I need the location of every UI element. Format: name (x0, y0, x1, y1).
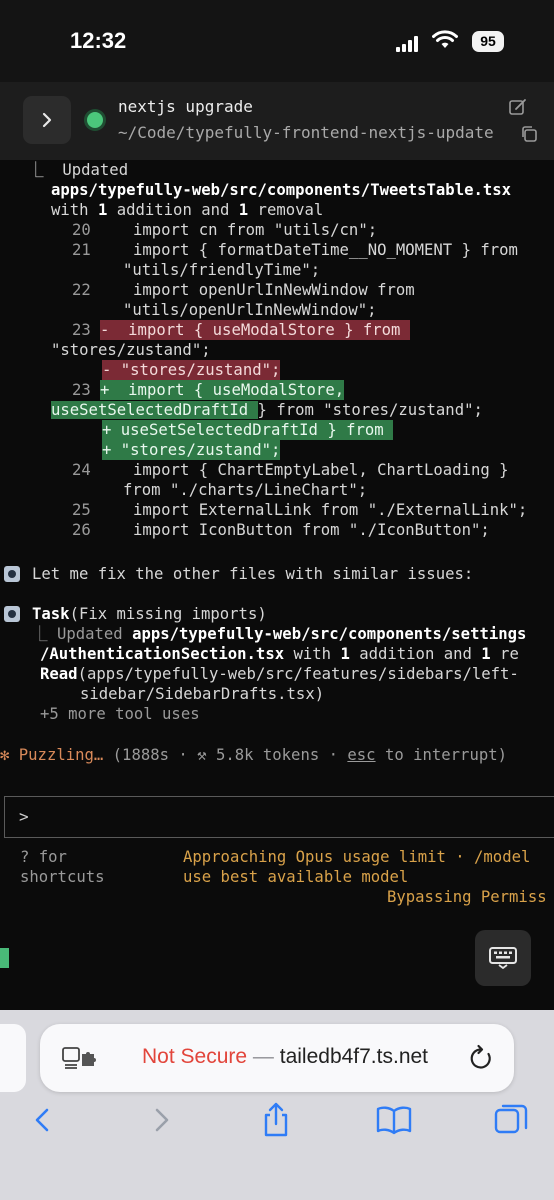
ios-status-bar: 12:32 95 (0, 0, 554, 82)
keyboard-icon (489, 947, 517, 969)
removed-line: - import { useModalStore } from (100, 320, 410, 340)
hammer-icon: ⚒ (197, 746, 207, 764)
url-display[interactable]: Not Secure — tailedb4f7.ts.net (142, 1045, 428, 1069)
expand-sidebar-button[interactable] (23, 96, 71, 144)
safari-chrome: Not Secure — tailedb4f7.ts.net (0, 1010, 554, 1200)
session-status-dot (87, 112, 103, 128)
terminal-output[interactable]: ⎿ Updated apps/typefully-web/src/compone… (0, 160, 554, 1010)
diff-line: import { formatDateTime__NO_MOMENT } fro… (133, 241, 518, 259)
assistant-bullet-icon (4, 566, 20, 582)
reload-icon[interactable] (468, 1044, 494, 1072)
battery-indicator: 95 (472, 31, 504, 52)
diff-line-continuation: "utils/openUrlInNewWindow"; (123, 301, 377, 319)
usage-warning-cont: use best available model (183, 868, 409, 886)
line-number: 21 (72, 241, 91, 259)
line-number: 23 (72, 321, 91, 339)
task-updated: ⎿ Updated apps/typefully-web/src/compone… (32, 625, 527, 643)
browser-toolbar (0, 1098, 554, 1158)
change-summary: with 1 addition and 1 removal (51, 201, 324, 219)
task-read: Read(apps/typefully-web/src/features/sid… (40, 665, 519, 683)
added-line-extra: + useSetSelectedDraftId } from (102, 420, 394, 440)
chevron-right-icon (42, 112, 52, 128)
shortcuts-hint-cont: shortcuts (20, 868, 105, 886)
added-line-wrap: useSetSelectedDraftId } from "stores/zus… (51, 401, 483, 419)
task-read-cont: sidebar/SidebarDrafts.tsx) (80, 685, 325, 703)
bookmarks-icon[interactable] (372, 1098, 416, 1142)
line-number: 26 (72, 521, 91, 539)
back-icon[interactable] (22, 1098, 66, 1142)
line-number: 22 (72, 281, 91, 299)
removed-line-wrap: "stores/zustand"; (51, 341, 211, 359)
forward-icon[interactable] (138, 1098, 182, 1142)
line-number: 24 (72, 461, 91, 479)
copy-icon[interactable] (520, 125, 538, 143)
keyboard-button[interactable] (475, 930, 531, 986)
added-line-extra: + "stores/zustand"; (102, 440, 281, 460)
diff-line: import IconButton from "./IconButton"; (133, 521, 490, 539)
assistant-message: Let me fix the other files with similar … (32, 565, 474, 583)
shortcuts-hint: ? for (20, 848, 67, 866)
status-spinner-line: ✻ Puzzling… (1888s · ⚒ 5.8k tokens · esc… (0, 746, 507, 764)
prompt-caret: > (19, 807, 29, 826)
permissions-mode: Bypassing Permiss (387, 888, 547, 906)
session-path: ~/Code/typefully-frontend-nextjs-update (118, 123, 494, 142)
diff-line: import { ChartEmptyLabel, ChartLoading } (133, 461, 509, 479)
address-bar[interactable]: Not Secure — tailedb4f7.ts.net (40, 1024, 514, 1092)
tabs-icon[interactable] (490, 1098, 534, 1142)
prompt-input[interactable]: > (4, 796, 554, 838)
file-path: apps/typefully-web/src/components/Tweets… (51, 181, 512, 199)
page-menu-icon[interactable] (62, 1046, 96, 1070)
diff-line: import cn from "utils/cn"; (133, 221, 378, 239)
terminal-cursor (0, 948, 9, 968)
task-header: Task(Fix missing imports) (32, 605, 267, 623)
clock: 12:32 (70, 28, 127, 53)
session-header: nextjs upgrade ~/Code/typefully-frontend… (0, 82, 554, 160)
task-bullet-icon (4, 606, 20, 622)
diff-line: import ExternalLink from "./ExternalLink… (133, 501, 528, 519)
diff-line-continuation: from "./charts/LineChart"; (123, 481, 368, 499)
line-number: 25 (72, 501, 91, 519)
spinner-icon: ✻ (0, 746, 10, 764)
diff-line: import openUrlInNewWindow from (133, 281, 415, 299)
updated-label: ⎿ Updated (28, 161, 129, 179)
usage-warning: Approaching Opus usage limit · /model (183, 848, 531, 866)
previous-tab-card[interactable] (0, 1024, 26, 1092)
removed-line-extra: - "stores/zustand"; (102, 360, 281, 380)
edit-icon[interactable] (508, 97, 528, 117)
share-icon[interactable] (254, 1098, 298, 1142)
more-tool-uses[interactable]: +5 more tool uses (40, 704, 200, 724)
task-updated-cont: /AuthenticationSection.tsx with 1 additi… (40, 645, 519, 663)
diff-line-continuation: "utils/friendlyTime"; (123, 261, 321, 279)
session-title: nextjs upgrade (118, 97, 253, 116)
cellular-signal-icon (396, 34, 424, 52)
line-number: 23 (72, 381, 91, 399)
added-line: + import { useModalStore, (100, 380, 345, 400)
line-number: 20 (72, 221, 91, 239)
wifi-icon (432, 30, 458, 48)
